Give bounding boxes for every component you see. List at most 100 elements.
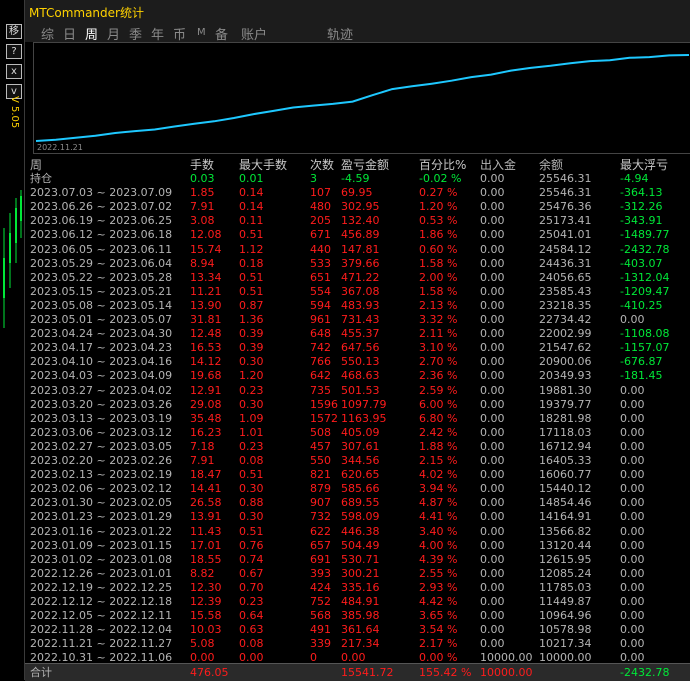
row-balance: 23218.35 xyxy=(539,298,592,312)
row-lots: 26.58 xyxy=(190,496,222,510)
row-profit: 385.98 xyxy=(341,609,380,623)
row-percent: 4.87 % xyxy=(419,496,458,510)
row-percent: 4.42 % xyxy=(419,595,458,608)
row-count: 879 xyxy=(310,482,331,496)
help-button[interactable]: ? xyxy=(6,44,22,59)
row-max-drawdown: -181.45 xyxy=(620,369,663,383)
row-max-drawdown: -403.07 xyxy=(620,256,663,270)
row-period: 2023.02.27 ~ 2023.03.05 xyxy=(30,439,173,453)
row-balance: 20900.06 xyxy=(539,355,592,369)
row-count: 648 xyxy=(310,327,331,341)
row-lots: 19.68 xyxy=(190,369,222,383)
row-lots: 8.82 xyxy=(190,566,215,580)
row-deposit: 0.00 xyxy=(480,172,505,185)
total-profit: 15541.72 xyxy=(341,666,394,679)
row-balance: 10578.98 xyxy=(539,623,592,637)
row-balance: 24584.12 xyxy=(539,242,592,256)
row-max-drawdown: 0.00 xyxy=(620,510,645,524)
table-row: 2023.04.10 ~ 2023.04.16 14.12 0.30 766 550.1… xyxy=(25,355,690,369)
window-title: MTCommander统计 xyxy=(29,6,144,20)
table-row: 2023.03.06 ~ 2023.03.12 16.23 1.01 508 405.0… xyxy=(25,426,690,440)
row-count: 339 xyxy=(310,637,331,651)
tab-summary[interactable]: 综 xyxy=(41,24,54,43)
row-profit: 446.38 xyxy=(341,524,380,538)
row-count: 735 xyxy=(310,383,331,397)
row-lots: 3.08 xyxy=(190,214,215,228)
row-balance: 12085.24 xyxy=(539,566,592,580)
row-max-drawdown: -1157.07 xyxy=(620,341,670,355)
tab-week[interactable]: 周 xyxy=(85,24,98,43)
row-deposit: 0.00 xyxy=(480,242,505,256)
row-period: 2023.02.20 ~ 2023.02.26 xyxy=(30,454,173,467)
row-percent: 6.80 % xyxy=(419,411,458,425)
row-period: 2023.07.03 ~ 2023.07.09 xyxy=(30,186,173,200)
row-max-lots: 1.01 xyxy=(239,425,264,439)
table-row: 2023.06.26 ~ 2023.07.02 7.91 0.14 480 302.95… xyxy=(25,200,690,214)
row-percent: 2.00 % xyxy=(419,270,458,284)
equity-line xyxy=(35,54,690,142)
row-max-drawdown: 0.00 xyxy=(620,538,645,552)
row-profit: 689.55 xyxy=(341,496,380,510)
row-deposit: 0.00 xyxy=(480,186,505,200)
tab-magic[interactable]: M xyxy=(197,27,206,38)
table-row: 2023.01.02 ~ 2023.01.08 18.55 0.74 691 530.7… xyxy=(25,553,690,567)
table-header: 周 手数 最大手数 次数 盈亏金额 百分比% 出入金 余额 最大浮亏 xyxy=(25,158,690,172)
row-balance: 25546.31 xyxy=(539,172,592,185)
row-balance: 17118.03 xyxy=(539,425,592,439)
row-count: 821 xyxy=(310,468,331,482)
table-row: 2023.04.17 ~ 2023.04.23 16.53 0.39 742 647.5… xyxy=(25,341,690,355)
row-lots: 13.90 xyxy=(190,298,222,312)
row-max-lots: 0.67 xyxy=(239,566,264,580)
version-label: V 5.05 xyxy=(9,96,20,129)
table-row: 2023.05.01 ~ 2023.05.07 31.81 1.36 961 731.4… xyxy=(25,313,690,327)
row-profit: 69.95 xyxy=(341,186,373,200)
row-profit: 501.53 xyxy=(341,383,380,397)
row-max-drawdown: 0.00 xyxy=(620,411,645,425)
row-count: 642 xyxy=(310,369,331,383)
period-tabs: 综 日 周 月 季 年 币 M 备 账户 轨迹 xyxy=(25,22,690,43)
tab-quarter[interactable]: 季 xyxy=(129,24,142,43)
row-period: 2022.12.05 ~ 2022.12.11 xyxy=(30,609,173,623)
tab-day[interactable]: 日 xyxy=(63,24,76,43)
chart-start-date: 2022.11.21 xyxy=(37,143,83,152)
table-row: 2023.05.22 ~ 2023.05.28 13.34 0.51 651 471.2… xyxy=(25,271,690,285)
row-percent: 1.58 % xyxy=(419,284,458,298)
row-max-lots: 0.51 xyxy=(239,284,264,298)
row-lots: 12.30 xyxy=(190,580,222,594)
row-period: 2023.05.22 ~ 2023.05.28 xyxy=(30,270,173,284)
row-count: 752 xyxy=(310,595,331,608)
tab-trajectory[interactable]: 轨迹 xyxy=(327,24,353,43)
row-deposit: 0.00 xyxy=(480,270,505,284)
minimize-button[interactable]: x xyxy=(6,64,22,79)
row-count: 533 xyxy=(310,256,331,270)
table-row: 2023.05.08 ~ 2023.05.14 13.90 0.87 594 483.9… xyxy=(25,299,690,313)
move-button[interactable]: 移 xyxy=(6,24,22,39)
title-bar: MTCommander统计 xyxy=(25,0,690,22)
table-row: 2023.03.20 ~ 2023.03.26 29.08 0.30 1596 1097… xyxy=(25,398,690,412)
total-row: 合计 476.05 15541.72 155.42 % 10000.00 -24… xyxy=(25,663,690,681)
tab-account[interactable]: 账户 xyxy=(241,24,267,43)
row-max-lots: 0.08 xyxy=(239,637,264,651)
row-count: 393 xyxy=(310,566,331,580)
row-deposit: 0.00 xyxy=(480,298,505,312)
tab-month[interactable]: 月 xyxy=(107,24,120,43)
row-period: 2023.05.01 ~ 2023.05.07 xyxy=(30,313,173,326)
row-lots: 13.91 xyxy=(190,510,222,524)
row-lots: 11.43 xyxy=(190,524,222,538)
row-percent: 2.93 % xyxy=(419,580,458,594)
row-count: 457 xyxy=(310,439,331,453)
row-count: 732 xyxy=(310,510,331,524)
tab-currency[interactable]: 币 xyxy=(173,24,186,43)
row-balance: 19881.30 xyxy=(539,383,592,397)
row-lots: 29.08 xyxy=(190,397,222,411)
row-profit: 335.16 xyxy=(341,580,380,594)
tab-notes[interactable]: 备 xyxy=(215,24,228,43)
table-row: 2022.11.28 ~ 2022.12.04 10.03 0.63 491 361.6… xyxy=(25,623,690,637)
row-deposit: 0.00 xyxy=(480,256,505,270)
row-balance: 22734.42 xyxy=(539,313,592,326)
row-profit: 620.65 xyxy=(341,468,380,482)
row-period: 2023.06.19 ~ 2023.06.25 xyxy=(30,214,173,228)
row-count: 424 xyxy=(310,580,331,594)
tab-year[interactable]: 年 xyxy=(151,24,164,43)
row-max-lots: 0.30 xyxy=(239,510,264,524)
